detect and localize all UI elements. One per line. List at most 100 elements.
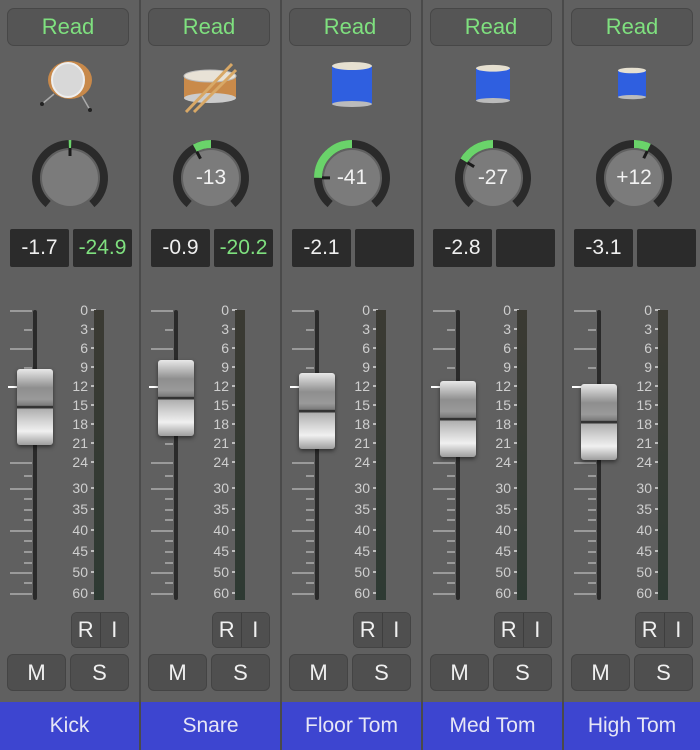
- fader-tick: [306, 498, 314, 500]
- input-monitor-button[interactable]: I: [523, 613, 551, 647]
- pan-knob[interactable]: -13: [171, 138, 251, 218]
- mute-button[interactable]: M: [7, 654, 66, 691]
- db-scale-label: 21: [636, 435, 652, 451]
- volume-readout[interactable]: -1.7: [10, 229, 69, 267]
- mute-solo-group: M S: [148, 654, 270, 691]
- channel-name[interactable]: Floor Tom: [282, 702, 421, 750]
- db-scale-label: 24: [636, 454, 652, 470]
- record-enable-button[interactable]: R: [636, 613, 665, 647]
- fader-tick: [306, 519, 314, 521]
- record-enable-button[interactable]: R: [213, 613, 242, 647]
- channel-name[interactable]: High Tom: [564, 702, 700, 750]
- pan-value: [30, 138, 110, 218]
- db-scale-label: 12: [495, 378, 511, 394]
- fader-track[interactable]: [315, 310, 319, 600]
- mute-button[interactable]: M: [289, 654, 348, 691]
- automation-mode-button[interactable]: Read: [430, 8, 552, 46]
- fader-tick: [10, 348, 32, 350]
- fader-tick: [24, 475, 32, 477]
- fader-handle[interactable]: [17, 368, 53, 445]
- peak-readout[interactable]: [355, 229, 414, 267]
- fader-ticks: [147, 300, 173, 610]
- input-monitor-button[interactable]: I: [241, 613, 269, 647]
- peak-readout[interactable]: -24.9: [73, 229, 132, 267]
- instrument-icon-wrap[interactable]: [423, 58, 562, 118]
- instrument-icon-wrap[interactable]: [282, 58, 421, 118]
- solo-button[interactable]: S: [493, 654, 552, 691]
- db-scale-label: 30: [495, 480, 511, 496]
- fader-tick: [588, 551, 596, 553]
- db-scale-label: 0: [503, 302, 511, 318]
- db-scale-label: 9: [221, 359, 229, 375]
- channel-name[interactable]: Kick: [0, 702, 139, 750]
- channel-strip-high-tom: Read +12 -3.1 0 3 6 9 12 15 18 21 24 30 35 40 45 50 60…: [564, 0, 700, 750]
- peak-readout[interactable]: -20.2: [214, 229, 273, 267]
- volume-readout[interactable]: -0.9: [151, 229, 210, 267]
- fader-handle[interactable]: [158, 359, 194, 436]
- fader-handle[interactable]: [440, 380, 476, 457]
- solo-button[interactable]: S: [211, 654, 270, 691]
- db-scale-label: 45: [72, 543, 88, 559]
- fader-tick: [447, 509, 455, 511]
- pan-knob[interactable]: [30, 138, 110, 218]
- fader-tick: [574, 530, 596, 532]
- mute-button[interactable]: M: [148, 654, 207, 691]
- pan-value: +12: [616, 166, 652, 189]
- level-meter: [658, 310, 668, 600]
- input-monitor-button[interactable]: I: [664, 613, 692, 647]
- automation-mode-button[interactable]: Read: [7, 8, 129, 46]
- pan-knob[interactable]: -41: [312, 138, 392, 218]
- record-enable-button[interactable]: R: [354, 613, 383, 647]
- db-scale-label: 35: [495, 501, 511, 517]
- fader-track[interactable]: [174, 310, 178, 600]
- instrument-icon-wrap[interactable]: [564, 58, 700, 118]
- db-scale-label: 30: [72, 480, 88, 496]
- automation-mode-button[interactable]: Read: [289, 8, 411, 46]
- mute-button[interactable]: M: [430, 654, 489, 691]
- db-scale-label: 12: [354, 378, 370, 394]
- automation-mode-button[interactable]: Read: [148, 8, 270, 46]
- fader-tick: [10, 593, 32, 595]
- db-scale-label: 60: [354, 585, 370, 601]
- automation-mode-button[interactable]: Read: [571, 8, 693, 46]
- channel-strip-med-tom: Read -27 -2.8 0 3 6 9 12 15 18 21 24 30 35 40 45 50 60…: [423, 0, 564, 750]
- fader-track[interactable]: [33, 310, 37, 600]
- channel-name[interactable]: Snare: [141, 702, 280, 750]
- level-readouts: -3.1: [574, 229, 696, 267]
- input-monitor-button[interactable]: I: [100, 613, 128, 647]
- volume-readout[interactable]: -2.1: [292, 229, 351, 267]
- fader-tick: [24, 329, 32, 331]
- fader-tick: [588, 562, 596, 564]
- floor-tom-icon: [330, 61, 374, 116]
- db-scale-label: 15: [72, 397, 88, 413]
- instrument-icon-wrap[interactable]: [141, 58, 280, 118]
- volume-readout[interactable]: -2.8: [433, 229, 492, 267]
- solo-button[interactable]: S: [634, 654, 693, 691]
- pan-knob[interactable]: -27: [453, 138, 533, 218]
- peak-readout[interactable]: [637, 229, 696, 267]
- db-scale-label: 35: [72, 501, 88, 517]
- solo-button[interactable]: S: [352, 654, 411, 691]
- db-scale-label: 12: [636, 378, 652, 394]
- fader-tick: [165, 498, 173, 500]
- record-enable-button[interactable]: R: [495, 613, 524, 647]
- volume-fader-area: 0 3 6 9 12 15 18 21 24 30 35 40 45 50 60: [423, 300, 562, 610]
- peak-readout[interactable]: [496, 229, 555, 267]
- solo-button[interactable]: S: [70, 654, 129, 691]
- pan-knob[interactable]: +12: [594, 138, 674, 218]
- instrument-icon-wrap[interactable]: [0, 58, 139, 118]
- fader-tick: [588, 475, 596, 477]
- input-monitor-button[interactable]: I: [382, 613, 410, 647]
- record-enable-button[interactable]: R: [72, 613, 101, 647]
- fader-handle[interactable]: [299, 373, 335, 450]
- fader-tick: [151, 572, 173, 574]
- db-scale-label: 6: [644, 340, 652, 356]
- fader-tick: [292, 530, 314, 532]
- volume-readout[interactable]: -3.1: [574, 229, 633, 267]
- db-scale-label: 6: [80, 340, 88, 356]
- channel-name[interactable]: Med Tom: [423, 702, 562, 750]
- mute-button[interactable]: M: [571, 654, 630, 691]
- fader-ticks: [288, 300, 314, 610]
- fader-tick: [588, 509, 596, 511]
- fader-handle[interactable]: [581, 384, 617, 461]
